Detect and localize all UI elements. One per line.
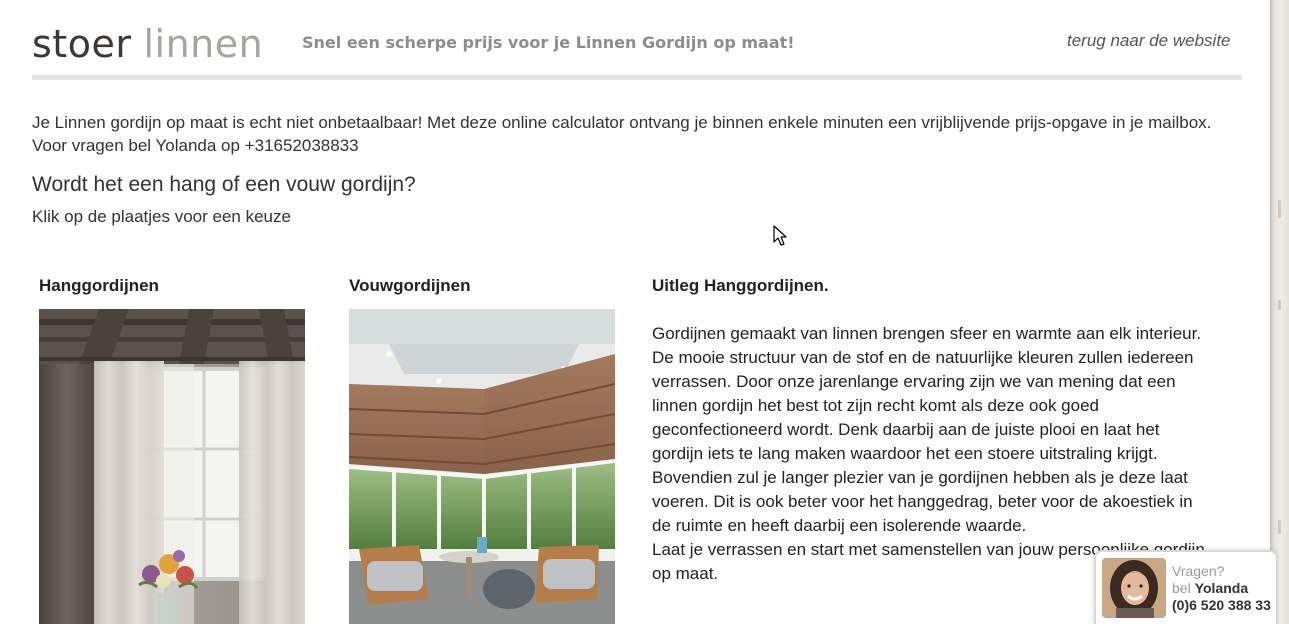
logo-word-linnen: linnen xyxy=(143,22,264,66)
hanging-curtains-photo-icon xyxy=(39,309,305,624)
intro-text: Je Linnen gordijn op maat is echt niet o… xyxy=(32,113,1212,155)
contact-name: Yolanda xyxy=(1194,580,1249,596)
yolanda-avatar-icon xyxy=(1102,558,1166,618)
contact-widget[interactable]: Vragen? bel Yolanda (0)6 520 388 33 xyxy=(1094,550,1278,624)
edge-texture xyxy=(1278,200,1281,218)
option-title-vouwgordijnen: Vouwgordijnen xyxy=(349,276,471,295)
edge-texture xyxy=(1278,520,1281,534)
explanation-line: geconfectioneerd wordt. Denk daarbij aan… xyxy=(652,420,1160,439)
site-logo[interactable]: stoer linnen xyxy=(32,20,263,68)
curtain-type-question: Wordt het een hang of een vouw gordijn? xyxy=(32,173,416,196)
roman-blinds-photo-icon xyxy=(349,309,615,624)
explanation-line: de ruimte en heeft daarbij een isolerend… xyxy=(652,516,1027,535)
contact-question: Vragen? xyxy=(1172,563,1225,579)
explanation-line: Gordijnen gemaakt van linnen brengen sfe… xyxy=(652,324,1202,343)
mouse-cursor-icon xyxy=(773,225,787,246)
edge-texture xyxy=(1278,300,1281,310)
explanation-line: linnen gordijn het best tot zijn recht k… xyxy=(652,396,1099,415)
explanation-title: Uitleg Hanggordijnen. xyxy=(652,276,829,295)
page-edge-background xyxy=(1270,0,1289,624)
option-image-vouwgordijnen[interactable] xyxy=(349,309,615,624)
explanation-line: gordijn iets te lang maken waardoor het … xyxy=(652,444,1158,463)
option-title-hanggordijnen: Hanggordijnen xyxy=(39,276,159,295)
contact-call: bel Yolanda xyxy=(1172,580,1248,596)
contact-phone[interactable]: (0)6 520 388 33 xyxy=(1172,597,1271,613)
header-tagline: Snel een scherpe prijs voor je Linnen Go… xyxy=(302,33,795,52)
calculator-page: stoer linnen Snel een scherpe prijs voor … xyxy=(0,0,1289,624)
explanation-line: Bovendien zul je langer plezier van je g… xyxy=(652,468,1188,487)
explanation-text: Gordijnen gemaakt van linnen brengen sfe… xyxy=(652,322,1244,586)
logo-word-stoer: stoer xyxy=(32,22,132,66)
choice-hint: Klik op de plaatjes voor een keuze xyxy=(32,207,291,226)
back-to-website-link[interactable]: terug naar de website xyxy=(1067,31,1231,51)
explanation-line: De mooie structuur van de stof en de nat… xyxy=(652,348,1194,367)
header-divider xyxy=(32,75,1242,80)
explanation-line: voeren. Dit is ook beter voor het hangge… xyxy=(652,492,1193,511)
explanation-line: verrassen. Door onze jarenlange ervaring… xyxy=(652,372,1176,391)
option-image-hanggordijnen[interactable] xyxy=(39,309,305,624)
contact-call-prefix: bel xyxy=(1172,580,1191,596)
